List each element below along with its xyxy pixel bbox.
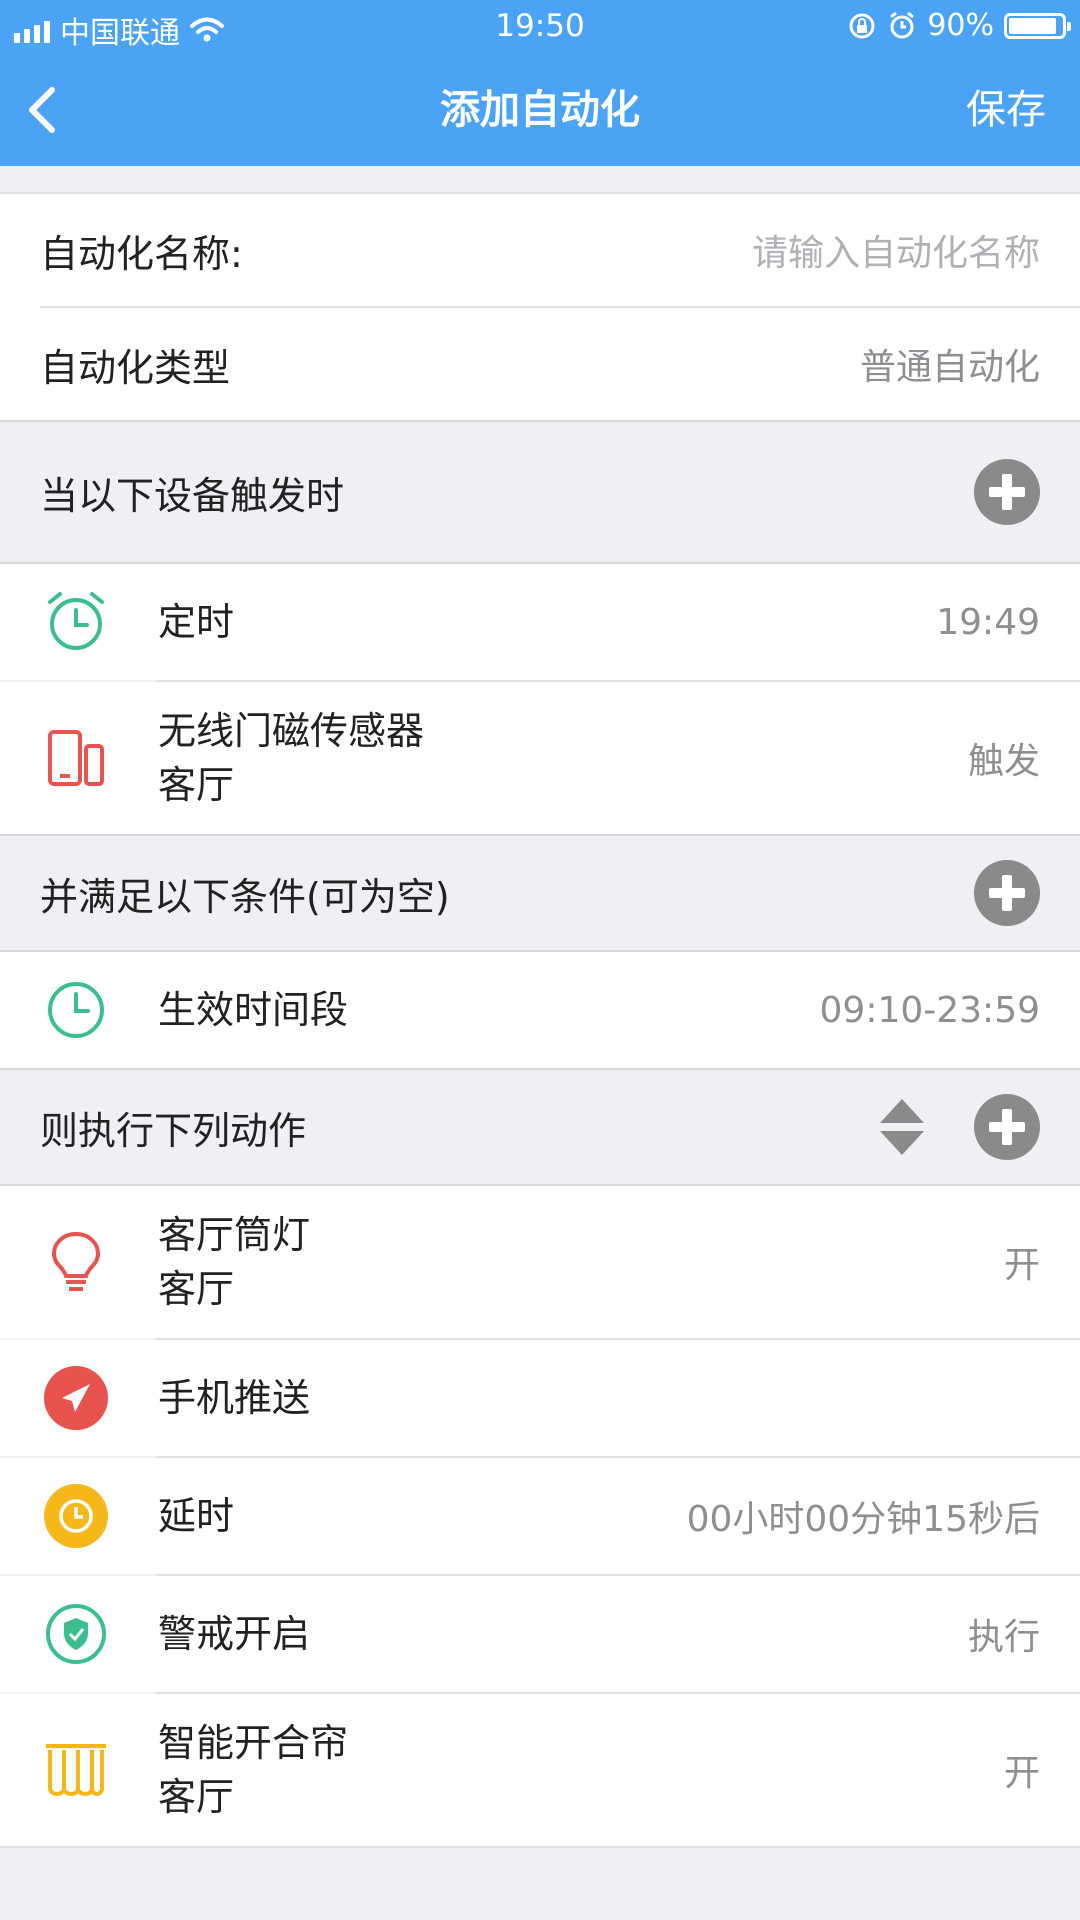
trigger-value: 触发 — [967, 741, 1040, 782]
actions-header: 则执行下列动作 — [0, 1068, 1080, 1186]
trigger-text-block: 无线门磁传感器 客厅 — [158, 704, 424, 812]
send-icon — [44, 1366, 108, 1430]
action-title: 客厅筒灯 — [158, 1213, 311, 1257]
type-row[interactable]: 自动化类型 普通自动化 — [0, 308, 1080, 420]
battery-percent: 90% — [927, 8, 994, 43]
name-row[interactable]: 自动化名称: 请输入自动化名称 — [0, 194, 1080, 306]
action-title: 警戒开启 — [158, 1612, 311, 1656]
actions-header-label: 则执行下列动作 — [40, 1108, 307, 1153]
conditions-header-label: 并满足以下条件(可为空) — [40, 874, 450, 919]
status-bar: 中国联通 19:50 90% — [0, 0, 1080, 54]
action-value: 执行 — [967, 1617, 1040, 1658]
condition-title: 生效时间段 — [158, 988, 349, 1032]
trigger-item-door-sensor[interactable]: 无线门磁传感器 客厅 触发 — [0, 682, 1080, 834]
battery-icon — [1004, 12, 1071, 39]
action-title: 延时 — [158, 1494, 235, 1538]
action-value: 00小时00分钟15秒后 — [686, 1499, 1040, 1540]
shield-icon — [46, 1604, 106, 1664]
action-item-delay[interactable]: 延时 00小时00分钟15秒后 — [0, 1458, 1080, 1574]
action-subtitle: 客厅 — [158, 1775, 235, 1819]
sort-icon[interactable] — [878, 1095, 926, 1159]
condition-value: 09:10-23:59 — [819, 989, 1040, 1031]
nav-bar: 添加自动化 保存 — [0, 54, 1080, 166]
action-value: 开 — [1003, 1245, 1040, 1286]
door-sensor-icon — [48, 730, 104, 786]
action-text-block: 智能开合帘 客厅 — [158, 1716, 348, 1824]
triggers-header-label: 当以下设备触发时 — [40, 473, 345, 518]
clock-icon — [48, 982, 104, 1038]
name-input[interactable]: 请输入自动化名称 — [752, 224, 1040, 276]
basic-info-section: 自动化名称: 请输入自动化名称 自动化类型 普通自动化 — [0, 192, 1080, 420]
action-subtitle: 客厅 — [158, 1267, 235, 1311]
alarm-clock-icon — [48, 592, 104, 650]
name-label: 自动化名称: — [40, 231, 243, 276]
top-gap — [0, 166, 1080, 192]
action-title: 智能开合帘 — [158, 1721, 349, 1765]
page-title: 添加自动化 — [440, 87, 640, 133]
action-value: 开 — [1003, 1753, 1040, 1794]
add-action-button[interactable] — [974, 1094, 1040, 1160]
add-trigger-button[interactable] — [974, 459, 1040, 525]
add-condition-button[interactable] — [974, 860, 1040, 926]
triggers-header: 当以下设备触发时 — [0, 420, 1080, 564]
action-item-downlight[interactable]: 客厅筒灯 客厅 开 — [0, 1186, 1080, 1338]
trigger-title: 定时 — [158, 600, 235, 644]
timer-icon — [44, 1484, 108, 1548]
action-title: 手机推送 — [158, 1376, 311, 1420]
curtain-icon — [46, 1744, 106, 1796]
type-label: 自动化类型 — [40, 345, 231, 390]
action-item-curtain[interactable]: 智能开合帘 客厅 开 — [0, 1694, 1080, 1846]
alarm-icon — [890, 11, 915, 38]
bulb-icon — [51, 1231, 101, 1291]
type-value[interactable]: 普通自动化 — [860, 338, 1040, 390]
trigger-subtitle: 客厅 — [158, 763, 235, 807]
save-button[interactable]: 保存 — [966, 54, 1046, 166]
trigger-title: 无线门磁传感器 — [158, 709, 425, 753]
action-item-arm[interactable]: 警戒开启 执行 — [0, 1576, 1080, 1692]
action-text-block: 客厅筒灯 客厅 — [158, 1208, 310, 1316]
condition-item-time-period[interactable]: 生效时间段 09:10-23:59 — [0, 952, 1080, 1068]
conditions-header: 并满足以下条件(可为空) — [0, 834, 1080, 952]
rotation-lock-icon — [849, 13, 875, 38]
action-item-push[interactable]: 手机推送 — [0, 1340, 1080, 1456]
trigger-value: 19:49 — [936, 601, 1040, 643]
trigger-item-timer[interactable]: 定时 19:49 — [0, 564, 1080, 680]
